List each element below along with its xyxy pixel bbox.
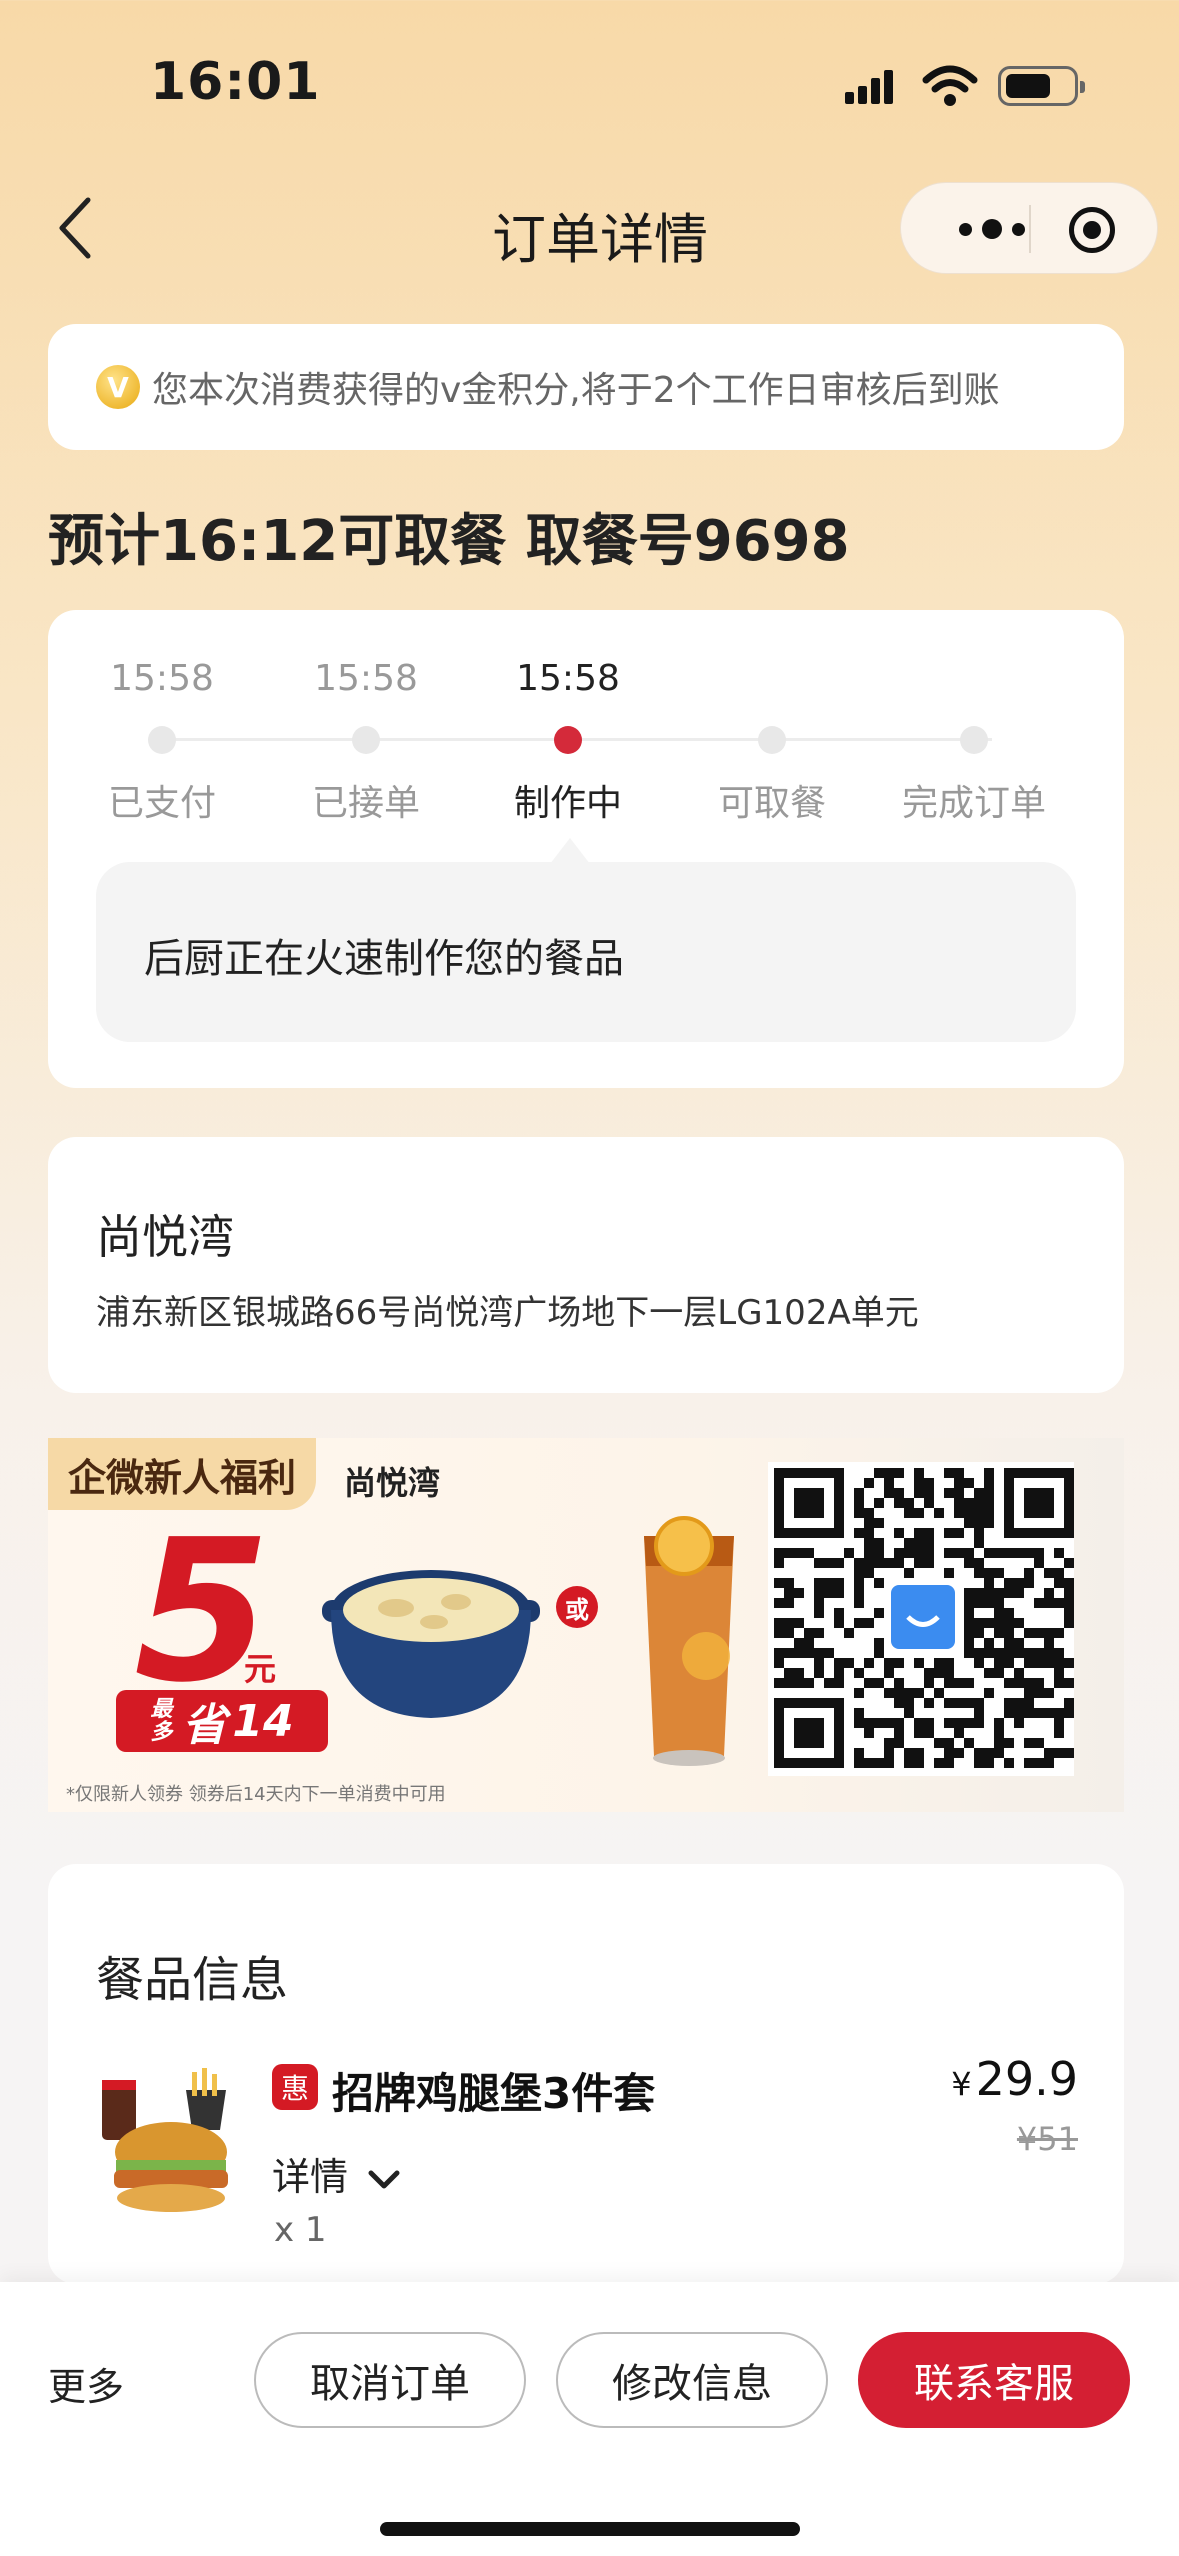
cancel-order-button[interactable]: 取消订单 xyxy=(254,2332,526,2428)
item-detail-toggle[interactable]: 详情 xyxy=(272,2146,400,2201)
promo-store-name: 尚悦湾 xyxy=(344,1464,441,1502)
burger-combo-image xyxy=(102,2068,228,2212)
more-button[interactable]: 更多 xyxy=(48,2356,124,2411)
contact-service-button[interactable]: 联系客服 xyxy=(858,2332,1130,2428)
step-time: 15:58 xyxy=(314,658,418,699)
step-label-paid: 已支付 xyxy=(107,783,216,824)
capsule-divider xyxy=(1029,205,1031,253)
status-time: 16:01 xyxy=(150,52,321,112)
close-miniprogram-icon[interactable] xyxy=(1069,207,1115,253)
wecom-qr-code[interactable] xyxy=(768,1462,1074,1776)
store-name: 尚悦湾 xyxy=(96,1210,234,1264)
promo-save-amount: 14 xyxy=(232,1695,294,1747)
step-accepted: 15:58 xyxy=(266,658,466,699)
detail-label: 详情 xyxy=(272,2155,349,2199)
v-coin-icon: V xyxy=(96,365,140,409)
step-label-making: 制作中 xyxy=(513,783,622,824)
step-dot xyxy=(352,726,380,754)
notice-text: 您本次消费获得的v金积分,将于2个工作日审核后到账 xyxy=(152,370,1000,411)
pickup-headline: 预计16:12可取餐 取餐号9698 xyxy=(48,509,850,574)
item-original-price: ¥51 xyxy=(1016,2120,1078,2158)
store-card[interactable]: 尚悦湾 浦东新区银城路66号尚悦湾广场地下一层LG102A单元 xyxy=(48,1137,1124,1393)
step-time: 15:58 xyxy=(516,658,620,699)
promo-banner[interactable]: 企微新人福利 尚悦湾 5 元 最多 省 14 或 *仅限新人领券 领券后14天内… xyxy=(48,1438,1124,1812)
status-message-bubble: 后厨正在火速制作您的餐品 xyxy=(96,838,1076,1042)
step-label-ready: 可取餐 xyxy=(717,783,826,824)
step-dot xyxy=(960,726,988,754)
step-label-complete: 完成订单 xyxy=(901,783,1046,824)
promo-note: *仅限新人领券 领券后14天内下一单消费中可用 xyxy=(66,1784,446,1805)
bottom-action-bar: 更多 取消订单 修改信息 联系客服 xyxy=(0,2282,1179,2556)
modify-info-button[interactable]: 修改信息 xyxy=(556,2332,828,2428)
store-address: 浦东新区银城路66号尚悦湾广场地下一层LG102A单元 xyxy=(96,1293,919,1333)
item-quantity: x 1 xyxy=(274,2210,327,2250)
promo-save-badge: 最多 省 14 xyxy=(116,1690,328,1752)
price-value: 29.9 xyxy=(975,2052,1078,2106)
chevron-down-icon xyxy=(368,2170,400,2188)
food-info-card: 餐品信息 惠 招牌鸡腿堡3件套 ¥29.9 ¥51 详情 x 1 xyxy=(48,1864,1124,2284)
item-price: ¥29.9 xyxy=(951,2052,1078,2106)
promo-save-word: 省 xyxy=(182,1700,227,1751)
step-label-accepted: 已接单 xyxy=(311,783,420,824)
status-message: 后厨正在火速制作您的餐品 xyxy=(144,936,624,982)
miniprogram-capsule xyxy=(900,182,1158,274)
points-notice: V 您本次消费获得的v金积分,将于2个工作日审核后到账 xyxy=(48,324,1124,450)
currency-symbol: ¥ xyxy=(951,2065,972,2103)
food-section-title: 餐品信息 xyxy=(96,1952,289,2008)
iced-tea-image xyxy=(644,1516,734,1766)
cellular-signal-icon xyxy=(845,68,905,104)
step-paid: 15:58 xyxy=(62,658,262,699)
promo-or-badge: 或 xyxy=(556,1586,598,1628)
promo-save-prefix: 最多 xyxy=(150,1696,173,1745)
step-dot-active xyxy=(554,726,582,754)
step-dot xyxy=(758,726,786,754)
wifi-icon xyxy=(922,65,978,106)
soup-bowl-image xyxy=(322,1570,540,1718)
home-indicator xyxy=(380,2522,800,2536)
order-progress-card: 15:58 15:58 15:58 已支付 已接单 制作中 可取餐 完成订单 后… xyxy=(48,610,1124,1088)
step-dot xyxy=(148,726,176,754)
step-time: 15:58 xyxy=(110,658,214,699)
step-making: 15:58 xyxy=(468,658,668,699)
battery-icon xyxy=(998,66,1085,106)
discount-badge: 惠 xyxy=(272,2064,318,2110)
promo-unit: 元 xyxy=(244,1650,277,1688)
item-name: 招牌鸡腿堡3件套 xyxy=(332,2069,656,2118)
